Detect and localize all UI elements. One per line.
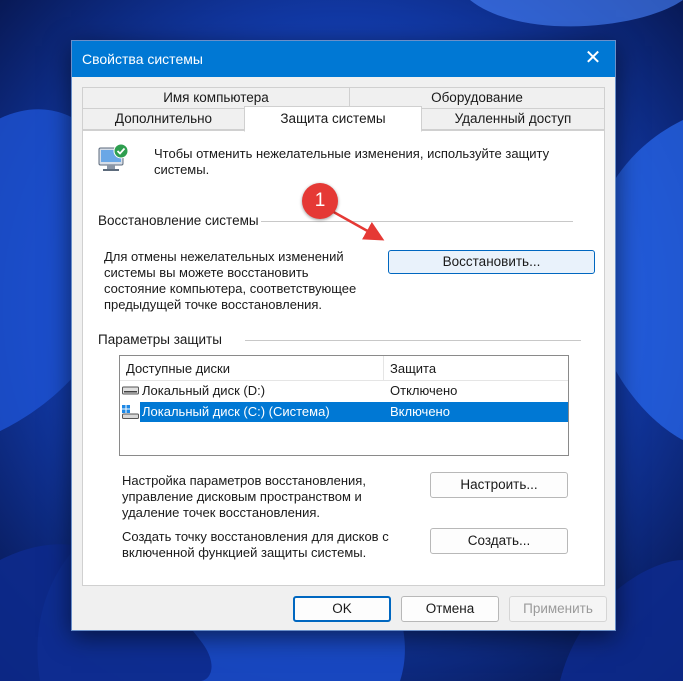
drives-list[interactable]: Доступные диски Защита Локальный диск (D… <box>119 355 569 456</box>
button-label: OK <box>332 601 352 616</box>
column-separator[interactable] <box>383 356 384 380</box>
column-header-drives[interactable]: Доступные диски <box>126 361 230 376</box>
cancel-button[interactable]: Отмена <box>401 596 499 622</box>
apply-button[interactable]: Применить <box>509 596 607 622</box>
close-button[interactable]: ✕ <box>571 41 615 77</box>
column-header-protection[interactable]: Защита <box>390 361 436 376</box>
button-label: Настроить... <box>460 477 538 492</box>
tab-advanced[interactable]: Дополнительно <box>82 108 245 130</box>
ok-button[interactable]: OK <box>293 596 391 622</box>
button-label: Восстановить... <box>442 254 541 269</box>
button-label: Применить <box>523 601 593 616</box>
drive-name: Локальный диск (C:) (Система) <box>142 404 330 419</box>
restore-description: Для отмены нежелательных изменений систе… <box>104 249 357 312</box>
tab-label: Дополнительно <box>114 111 213 126</box>
configure-text: Настройка параметров восстановления, упр… <box>122 473 366 520</box>
tab-label: Удаленный доступ <box>454 111 572 126</box>
callout-number: 1 <box>314 190 326 211</box>
hard-drive-icon <box>122 386 139 395</box>
tab-system-protection[interactable]: Защита системы <box>244 106 422 132</box>
title-bar[interactable]: Свойства системы ✕ <box>72 41 615 77</box>
tab-label: Имя компьютера <box>163 90 269 105</box>
drive-name: Локальный диск (D:) <box>142 383 266 398</box>
intro-text: Чтобы отменить нежелательные изменения, … <box>154 146 550 177</box>
system-restore-button[interactable]: Восстановить... <box>388 250 595 274</box>
configure-button[interactable]: Настроить... <box>430 472 568 498</box>
tab-remote[interactable]: Удаленный доступ <box>421 108 605 130</box>
system-protection-icon <box>98 143 129 171</box>
close-icon: ✕ <box>584 47 602 69</box>
button-label: Отмена <box>425 601 475 616</box>
button-label: Создать... <box>467 533 531 548</box>
drive-status: Отключено <box>390 383 458 398</box>
create-button[interactable]: Создать... <box>430 528 568 554</box>
create-text: Создать точку восстановления для дисков … <box>122 529 389 560</box>
drive-row-d[interactable]: Локальный диск (D:) Отключено <box>120 381 568 401</box>
drive-status: Включено <box>390 404 450 419</box>
system-properties-dialog: Свойства системы ✕ Имя компьютера Оборуд… <box>71 40 616 631</box>
list-header: Доступные диски Защита <box>120 356 568 381</box>
window-title: Свойства системы <box>82 51 203 67</box>
tab-label: Защита системы <box>280 111 386 126</box>
group-divider <box>245 340 581 341</box>
restore-group-title: Восстановление системы <box>98 213 259 228</box>
callout-badge: 1 <box>302 183 338 219</box>
system-drive-icon <box>122 405 139 419</box>
protection-group-title: Параметры защиты <box>98 332 222 347</box>
tab-label: Оборудование <box>431 90 523 105</box>
drive-row-c[interactable]: Локальный диск (C:) (Система) Включено <box>140 402 568 422</box>
